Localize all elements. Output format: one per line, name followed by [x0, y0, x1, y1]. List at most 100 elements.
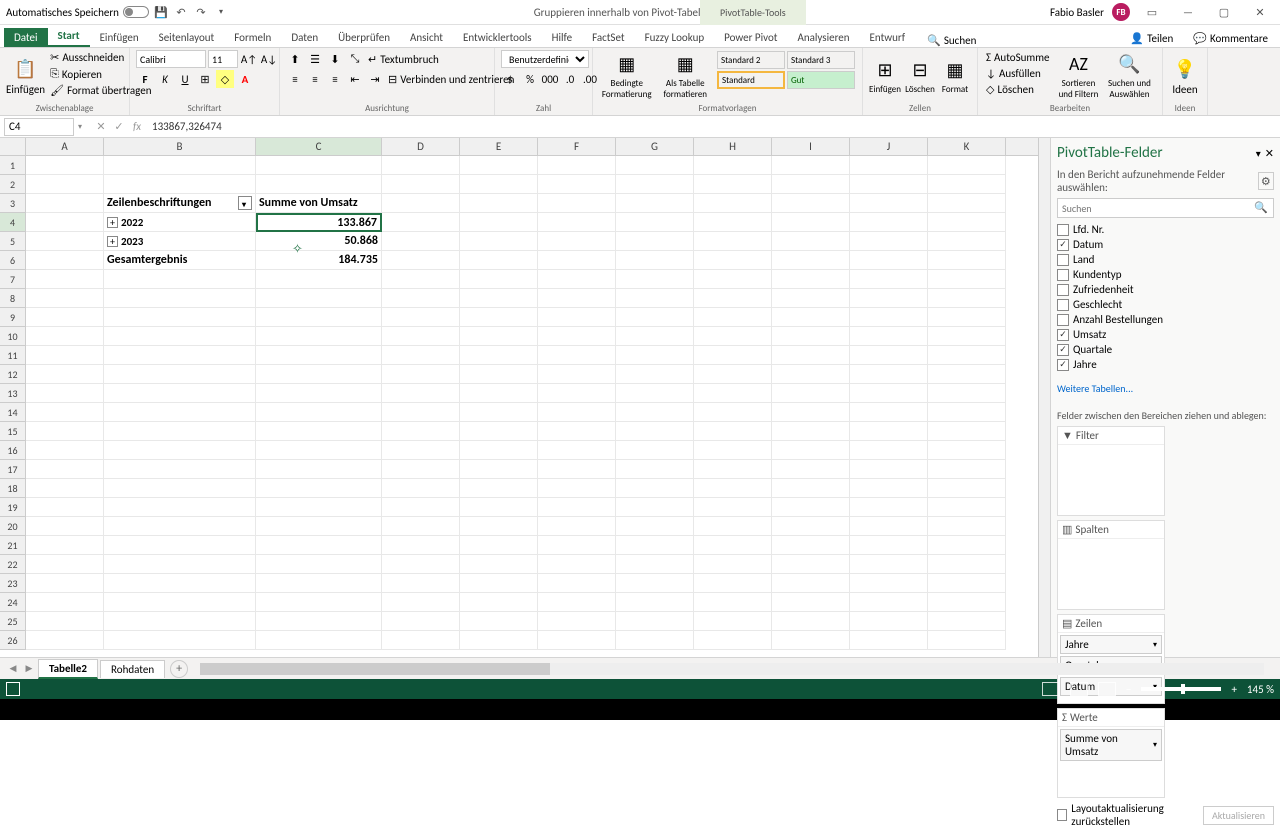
- cell-K10[interactable]: [928, 327, 1006, 346]
- col-header-K[interactable]: K: [928, 138, 1006, 155]
- cell-J17[interactable]: [850, 460, 928, 479]
- cell-F14[interactable]: [538, 403, 616, 422]
- align-middle-icon[interactable]: ☰: [306, 50, 324, 68]
- cell-A1[interactable]: [26, 156, 104, 175]
- cell-F4[interactable]: [538, 213, 616, 232]
- autosave-toggle[interactable]: [123, 6, 149, 18]
- cell-H1[interactable]: [694, 156, 772, 175]
- cell-J23[interactable]: [850, 574, 928, 593]
- enter-formula-icon[interactable]: ✓: [110, 118, 128, 136]
- cell-I12[interactable]: [772, 365, 850, 384]
- cell-F22[interactable]: [538, 555, 616, 574]
- row-header-8[interactable]: 8: [0, 289, 26, 308]
- minimize-icon[interactable]: —: [1174, 2, 1202, 22]
- cell-G14[interactable]: [616, 403, 694, 422]
- cell-J22[interactable]: [850, 555, 928, 574]
- fontsize-select[interactable]: [208, 50, 238, 68]
- row-header-12[interactable]: 12: [0, 365, 26, 384]
- cell-F7[interactable]: [538, 270, 616, 289]
- cell-B15[interactable]: [104, 422, 256, 441]
- cell-G21[interactable]: [616, 536, 694, 555]
- cell-K25[interactable]: [928, 612, 1006, 631]
- cell-I8[interactable]: [772, 289, 850, 308]
- cell-K15[interactable]: [928, 422, 1006, 441]
- cell-C14[interactable]: [256, 403, 382, 422]
- zoom-out-icon[interactable]: −: [1126, 683, 1131, 696]
- cell-I26[interactable]: [772, 631, 850, 650]
- font-color-button[interactable]: A: [236, 70, 254, 88]
- cell-A4[interactable]: [26, 213, 104, 232]
- cell-F25[interactable]: [538, 612, 616, 631]
- sheet-tab-other[interactable]: Rohdaten: [100, 660, 165, 678]
- normal-view-icon[interactable]: [1042, 682, 1060, 696]
- field-checkbox[interactable]: [1057, 254, 1069, 266]
- insert-cells-button[interactable]: ⊞Einfügen: [869, 50, 901, 102]
- grow-font-icon[interactable]: A↑: [240, 50, 258, 68]
- cell-H19[interactable]: [694, 498, 772, 517]
- cell-G25[interactable]: [616, 612, 694, 631]
- comma-icon[interactable]: 000: [541, 70, 559, 88]
- pagebreak-view-icon[interactable]: [1098, 682, 1116, 696]
- cell-E5[interactable]: [460, 232, 538, 251]
- field-item[interactable]: Land: [1057, 252, 1274, 267]
- cell-I16[interactable]: [772, 441, 850, 460]
- cell-F9[interactable]: [538, 308, 616, 327]
- cell-E7[interactable]: [460, 270, 538, 289]
- cell-C19[interactable]: [256, 498, 382, 517]
- cell-D3[interactable]: [382, 194, 460, 213]
- expand-icon[interactable]: +: [107, 217, 118, 228]
- indent-inc-icon[interactable]: ⇥: [366, 70, 384, 88]
- cell-F19[interactable]: [538, 498, 616, 517]
- cell-G1[interactable]: [616, 156, 694, 175]
- cell-K16[interactable]: [928, 441, 1006, 460]
- cell-K6[interactable]: [928, 251, 1006, 270]
- cell-I24[interactable]: [772, 593, 850, 612]
- macro-record-icon[interactable]: [6, 682, 20, 696]
- cell-J18[interactable]: [850, 479, 928, 498]
- cell-J10[interactable]: [850, 327, 928, 346]
- sheet-tab-active[interactable]: Tabelle2: [38, 659, 98, 679]
- cell-C9[interactable]: [256, 308, 382, 327]
- field-item[interactable]: Jahre: [1057, 357, 1274, 372]
- row-header-14[interactable]: 14: [0, 403, 26, 422]
- cell-J12[interactable]: [850, 365, 928, 384]
- cell-J5[interactable]: [850, 232, 928, 251]
- pane-close-icon[interactable]: ✕: [1265, 147, 1274, 160]
- cell-E8[interactable]: [460, 289, 538, 308]
- cell-G10[interactable]: [616, 327, 694, 346]
- cell-D9[interactable]: [382, 308, 460, 327]
- cell-A12[interactable]: [26, 365, 104, 384]
- row-header-16[interactable]: 16: [0, 441, 26, 460]
- field-checkbox[interactable]: [1057, 359, 1069, 371]
- row-header-15[interactable]: 15: [0, 422, 26, 441]
- cell-H2[interactable]: [694, 175, 772, 194]
- cell-H21[interactable]: [694, 536, 772, 555]
- cell-H5[interactable]: [694, 232, 772, 251]
- cell-D8[interactable]: [382, 289, 460, 308]
- cell-H18[interactable]: [694, 479, 772, 498]
- cell-B16[interactable]: [104, 441, 256, 460]
- cell-A8[interactable]: [26, 289, 104, 308]
- cell-A18[interactable]: [26, 479, 104, 498]
- cell-E19[interactable]: [460, 498, 538, 517]
- cell-E16[interactable]: [460, 441, 538, 460]
- cell-H23[interactable]: [694, 574, 772, 593]
- cell-C11[interactable]: [256, 346, 382, 365]
- percent-icon[interactable]: %: [521, 70, 539, 88]
- horizontal-scrollbar[interactable]: [200, 663, 1264, 675]
- cell-E4[interactable]: [460, 213, 538, 232]
- cell-I25[interactable]: [772, 612, 850, 631]
- cell-H17[interactable]: [694, 460, 772, 479]
- cell-H26[interactable]: [694, 631, 772, 650]
- cell-A16[interactable]: [26, 441, 104, 460]
- cell-F10[interactable]: [538, 327, 616, 346]
- vertical-scrollbar[interactable]: [1038, 138, 1050, 657]
- cell-D14[interactable]: [382, 403, 460, 422]
- cell-styles-gallery[interactable]: Standard 2 Standard 3 Standard Gut: [716, 50, 856, 90]
- cell-F2[interactable]: [538, 175, 616, 194]
- cell-G8[interactable]: [616, 289, 694, 308]
- row-header-5[interactable]: 5: [0, 232, 26, 251]
- cell-K7[interactable]: [928, 270, 1006, 289]
- tab-analyze[interactable]: Analysieren: [787, 28, 859, 47]
- cell-J2[interactable]: [850, 175, 928, 194]
